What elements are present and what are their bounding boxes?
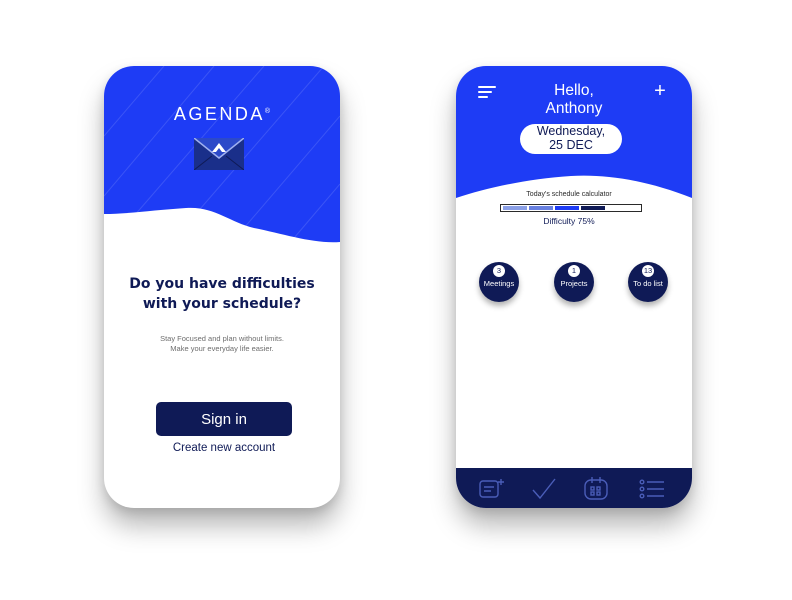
envelope-logo-icon <box>193 137 245 171</box>
onboarding-screen: AGENDA® Do you have difficulties with yo… <box>104 66 340 508</box>
difficulty-segment-1 <box>503 206 527 210</box>
calculator-title: Today's schedule calculator <box>526 191 612 198</box>
todo-stat-button[interactable]: 13 To do list <box>628 262 668 302</box>
create-account-link[interactable]: Create new account <box>104 442 340 454</box>
meetings-label: Meetings <box>483 279 515 288</box>
meetings-stat-button[interactable]: 3 Meetings <box>479 262 519 302</box>
difficulty-segment-2 <box>529 206 553 210</box>
todo-count: 13 <box>642 265 654 277</box>
date-badge: Wednesday, 25 DEC <box>520 124 622 154</box>
difficulty-segment-4 <box>581 206 605 210</box>
projects-stat-button[interactable]: 1 Projects <box>554 262 594 302</box>
calendar-icon[interactable] <box>582 476 610 502</box>
projects-label: Projects <box>560 279 588 288</box>
tagline: Stay Focused and plan without limits. Ma… <box>160 334 284 353</box>
bottom-navigation <box>456 468 692 508</box>
greeting: Hello, Anthony <box>545 82 603 117</box>
headline: Do you have difficulties with your sched… <box>129 276 315 312</box>
checkmark-icon[interactable] <box>530 476 558 502</box>
sign-in-button[interactable]: Sign in <box>156 402 292 436</box>
difficulty-label: Difficulty 75% <box>543 216 595 226</box>
difficulty-progress-bar <box>500 204 642 212</box>
add-note-icon[interactable] <box>478 476 506 502</box>
meetings-count: 3 <box>493 265 505 277</box>
projects-count: 1 <box>568 265 580 277</box>
dashboard-screen: + Hello, Anthony Wednesday, 25 DEC Today… <box>456 66 692 508</box>
list-icon[interactable] <box>638 476 666 502</box>
difficulty-segment-3 <box>555 206 579 210</box>
todo-label: To do list <box>633 279 663 288</box>
app-logo-text: AGENDA® <box>173 104 271 124</box>
